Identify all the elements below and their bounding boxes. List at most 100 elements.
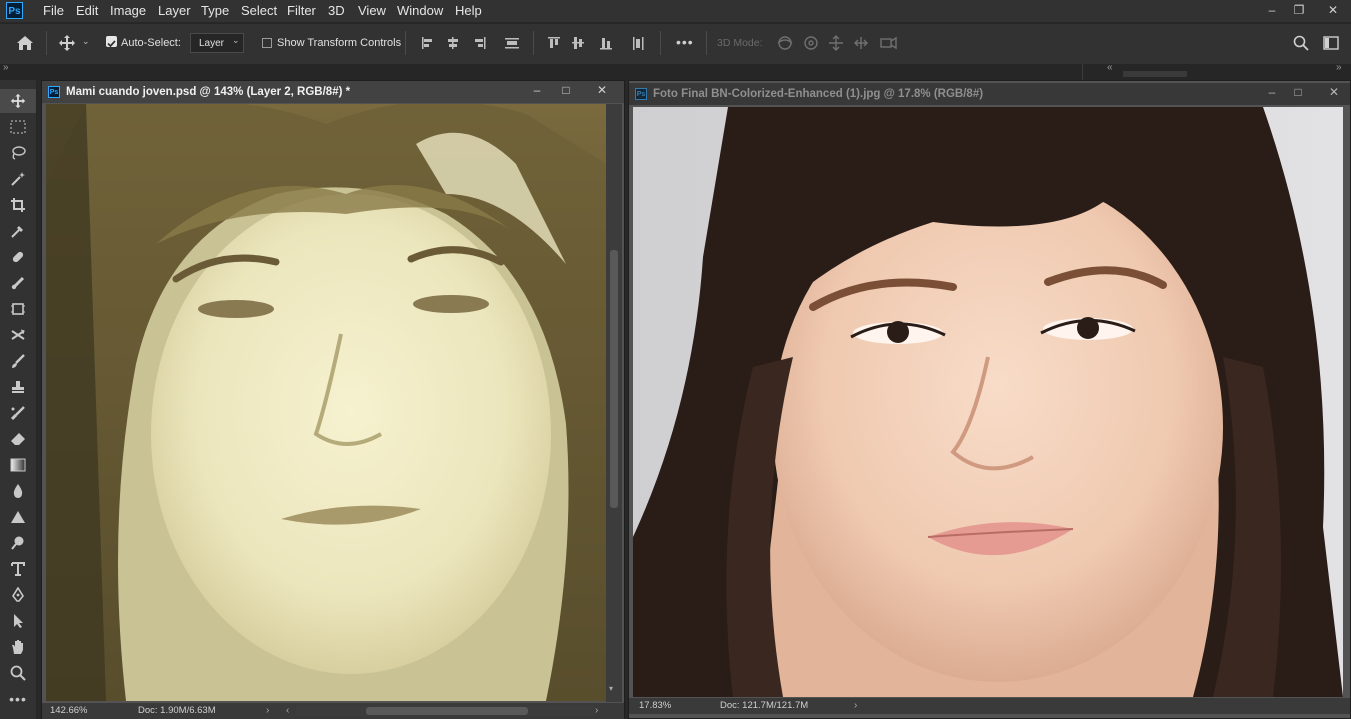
- home-icon[interactable]: [16, 35, 34, 51]
- menu-layer[interactable]: Layer: [158, 3, 191, 18]
- workspace-icon[interactable]: [1323, 36, 1339, 50]
- brush-tool[interactable]: [0, 271, 36, 295]
- sharpen-tool[interactable]: [0, 505, 36, 529]
- doc2-close-icon[interactable]: ✕: [1319, 85, 1349, 99]
- align-top-icon: [548, 37, 560, 39]
- dodge-tool[interactable]: [0, 531, 36, 555]
- divider: [533, 31, 534, 55]
- layer-select-value: Layer: [199, 38, 225, 49]
- align-left-icon: [422, 37, 424, 49]
- distribute-icon: [505, 38, 519, 40]
- 3d-mode-icons-group: [777, 35, 897, 51]
- show-transform-controls-checkbox[interactable]: [262, 38, 272, 48]
- roll-3d-icon: [804, 36, 818, 50]
- restore-window-icon[interactable]: ❐: [1282, 0, 1316, 20]
- menu-window[interactable]: Window: [397, 3, 443, 18]
- eyedropper-tool[interactable]: [0, 219, 36, 243]
- close-window-icon[interactable]: ✕: [1316, 0, 1350, 20]
- gradient-icon: [10, 458, 26, 472]
- type-tool[interactable]: [0, 557, 36, 581]
- frame-icon: [11, 303, 25, 315]
- menu-filter[interactable]: Filter: [287, 3, 316, 18]
- menu-type[interactable]: Type: [201, 3, 229, 18]
- eraser-tool[interactable]: [0, 427, 36, 451]
- paint-brush-tool[interactable]: [0, 349, 36, 373]
- document-1-zoom-level[interactable]: 142.66%: [50, 703, 88, 719]
- layer-select-dropdown[interactable]: Layer ⌄: [190, 33, 244, 53]
- marquee-tool[interactable]: [0, 115, 36, 139]
- scroll-right-icon[interactable]: ›: [595, 703, 598, 719]
- document-1-canvas[interactable]: [46, 104, 606, 701]
- document-2-title-bar[interactable]: Ps Foto Final BN-Colorized-Enhanced (1).j…: [629, 83, 1350, 105]
- type-icon: [11, 562, 25, 576]
- align-hcenter-icon: [452, 37, 454, 49]
- doc2-maximize-icon[interactable]: □: [1283, 85, 1313, 99]
- eyedropper-icon: [11, 226, 23, 238]
- move-tool[interactable]: [0, 89, 36, 113]
- menu-edit[interactable]: Edit: [76, 3, 98, 18]
- document-1-horizontal-scrollbar[interactable]: [296, 706, 594, 716]
- magic-wand-icon: [11, 172, 25, 186]
- auto-select-label: Auto-Select:: [121, 37, 181, 49]
- document-1-vertical-scrollbar[interactable]: ▾: [606, 104, 622, 702]
- drag-3d-icon: [829, 35, 843, 51]
- menu-file[interactable]: File: [43, 3, 64, 18]
- doc1-minimize-icon[interactable]: –: [522, 83, 552, 97]
- status-menu-arrow-icon[interactable]: ›: [854, 698, 857, 714]
- doc1-close-icon[interactable]: ✕: [587, 83, 617, 97]
- healing-brush-tool[interactable]: [0, 245, 36, 269]
- divider: [46, 31, 47, 55]
- expand-panels-icon[interactable]: «: [1107, 62, 1113, 73]
- history-brush-icon: [11, 329, 25, 340]
- horizontal-scroll-thumb[interactable]: [366, 707, 528, 715]
- orbit-3d-icon: [778, 36, 792, 50]
- checkmark-icon: [107, 40, 116, 48]
- panel-tab-handle[interactable]: [1123, 71, 1187, 77]
- bandage-icon: [12, 251, 24, 263]
- lasso-tool[interactable]: [0, 141, 36, 165]
- clone-stamp-tool[interactable]: [0, 297, 36, 321]
- scroll-down-icon[interactable]: ▾: [609, 684, 613, 693]
- scroll-left-icon[interactable]: ‹: [286, 703, 289, 719]
- zoom-tool[interactable]: [0, 661, 36, 685]
- menu-image[interactable]: Image: [110, 3, 146, 18]
- collapse-panels-icon[interactable]: »: [1336, 62, 1342, 73]
- search-icon[interactable]: [1293, 35, 1309, 51]
- triangle-icon: [11, 511, 25, 523]
- paintbrush-icon: [12, 354, 25, 368]
- tools-panel: •••: [0, 80, 37, 719]
- blur-tool[interactable]: [0, 479, 36, 503]
- menu-3d[interactable]: 3D: [328, 3, 345, 18]
- align-right-icon: [484, 37, 486, 49]
- pen-tool[interactable]: [0, 583, 36, 607]
- spot-healing-tool[interactable]: [0, 401, 36, 425]
- edit-toolbar-button[interactable]: •••: [0, 687, 36, 711]
- path-selection-tool[interactable]: [0, 609, 36, 633]
- more-options-button[interactable]: •••: [676, 34, 694, 50]
- doc1-maximize-icon[interactable]: □: [551, 83, 581, 97]
- menu-select[interactable]: Select: [241, 3, 277, 18]
- menu-view[interactable]: View: [358, 3, 386, 18]
- menu-help[interactable]: Help: [455, 3, 482, 18]
- document-1-status-bar: 142.66% Doc: 1.90M/6.63M › ‹ ›: [42, 703, 624, 719]
- document-2-canvas[interactable]: [633, 107, 1343, 697]
- gradient-tool[interactable]: [0, 453, 36, 477]
- document-window-1: Ps Mami cuando joven.psd @ 143% (Layer 2,…: [41, 80, 625, 719]
- right-eye: [413, 295, 489, 313]
- divider: [706, 31, 707, 55]
- stamp-tool[interactable]: [0, 375, 36, 399]
- collapse-toolbar-icon[interactable]: »: [3, 62, 9, 73]
- status-menu-arrow-icon[interactable]: ›: [266, 703, 269, 719]
- chevron-down-icon[interactable]: ⌄: [82, 36, 90, 47]
- slide-3d-icon: [854, 37, 868, 49]
- magic-wand-tool[interactable]: [0, 167, 36, 191]
- history-brush-tool[interactable]: [0, 323, 36, 347]
- move-tool-icon[interactable]: [58, 34, 76, 52]
- crop-tool[interactable]: [0, 193, 36, 217]
- hand-tool[interactable]: [0, 635, 36, 659]
- document-2-zoom-level[interactable]: 17.83%: [639, 698, 671, 714]
- auto-select-checkbox[interactable]: [106, 36, 117, 48]
- vertical-scroll-thumb[interactable]: [610, 250, 618, 508]
- document-2-status-bar: 17.83% Doc: 121.7M/121.7M ›: [629, 698, 1350, 714]
- ps-doc-icon: Ps: [635, 87, 647, 100]
